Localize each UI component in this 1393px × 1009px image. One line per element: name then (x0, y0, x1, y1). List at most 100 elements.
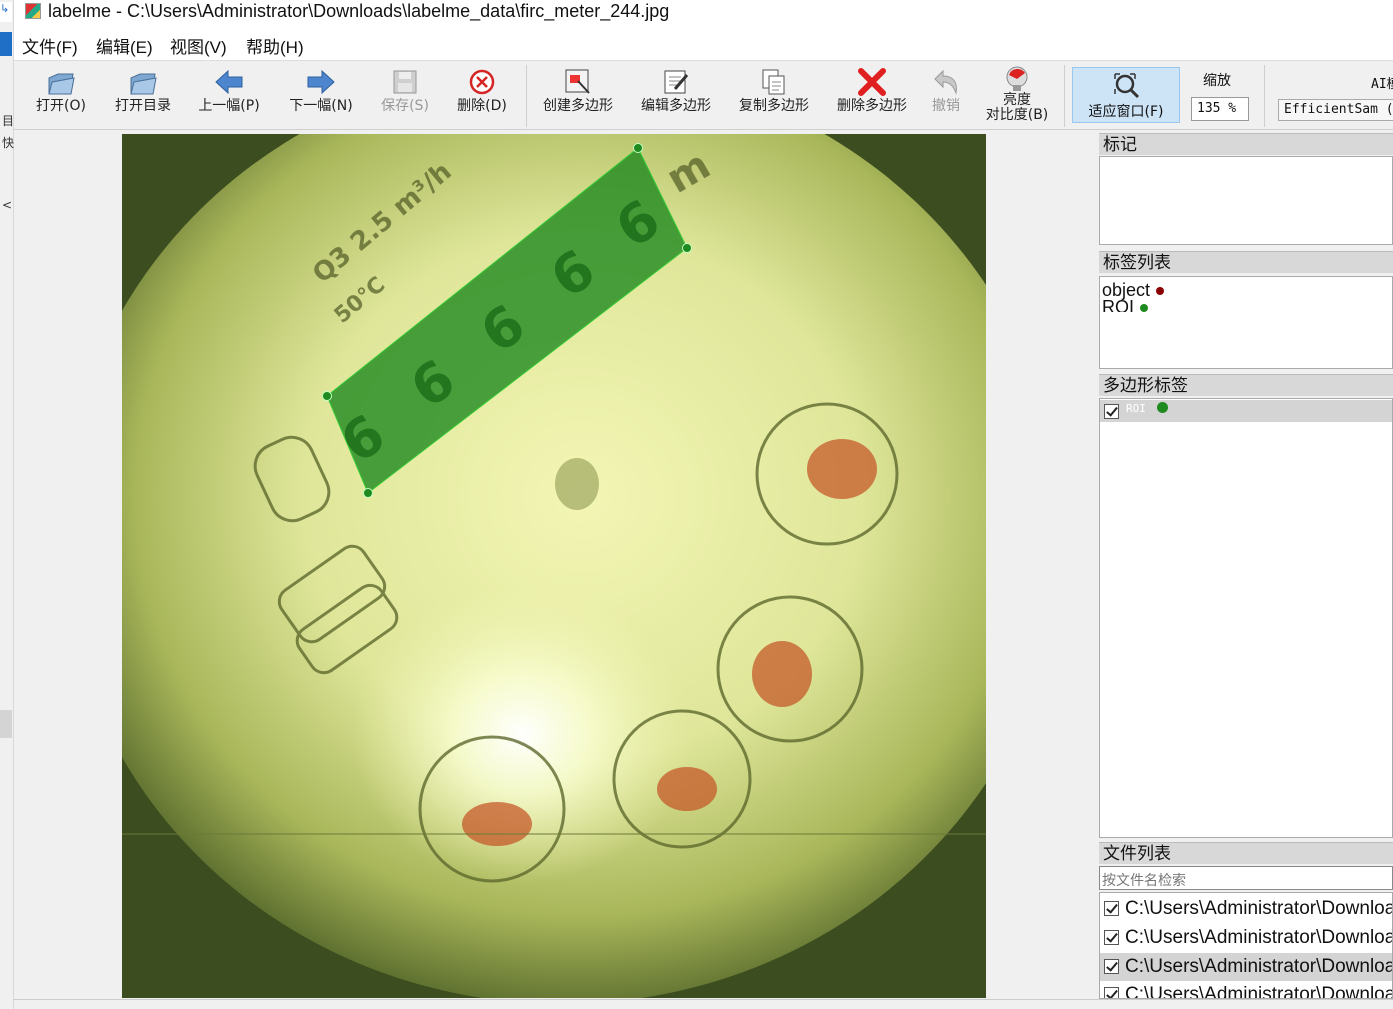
polygon-labels-dock: 多边形标签 ROI (1099, 374, 1393, 838)
copy-polygon-label: 复制多边形 (739, 98, 809, 114)
delete-file-label: 删除(D) (457, 98, 507, 114)
polygon-labels-title: 多边形标签 (1099, 374, 1393, 396)
copy-polygon-button[interactable]: 复制多边形 (734, 65, 814, 125)
taskbar-tab[interactable]: ↳ (0, 2, 12, 22)
menu-bar: 文件(F) 编辑(E) 视图(V) 帮助(H) (14, 28, 1393, 60)
brightness-contrast-button[interactable]: 亮度 对比度(B) (980, 65, 1054, 125)
toolbar-separator (1264, 65, 1265, 127)
strip-selection (0, 710, 12, 738)
menu-help[interactable]: 帮助(H) (246, 33, 304, 58)
strip-char: < (2, 198, 13, 212)
edit-polygon-button[interactable]: 编辑多边形 (636, 65, 716, 125)
label-color-dot (1156, 287, 1165, 296)
delete-circle-icon (469, 69, 495, 95)
delete-file-button[interactable]: 删除(D) (452, 65, 512, 125)
file-checkbox[interactable] (1104, 901, 1119, 917)
file-item[interactable]: C:\Users\Administrator\Downloads\labelme… (1104, 981, 1393, 999)
undo-icon (934, 69, 957, 95)
open-dir-label: 打开目录 (115, 98, 171, 114)
label-list-title: 标签列表 (1099, 251, 1393, 273)
edit-polygon-icon (664, 70, 689, 94)
next-image-button[interactable]: 下一幅(N) (284, 65, 358, 125)
file-path: C:\Users\Administrator\Downloads\labelme… (1125, 927, 1393, 948)
taskbar-tab-active[interactable] (0, 32, 12, 56)
edit-polygon-label: 编辑多边形 (641, 98, 711, 114)
file-list[interactable]: C:\Users\Administrator\Downloads\labelme… (1099, 892, 1393, 999)
toolbar-separator (526, 65, 527, 127)
prev-label: 上一幅(P) (198, 98, 260, 114)
canvas-area[interactable]: Q3 2.5 m³/h 50°C m 6 6 6 6 6 (14, 131, 1095, 999)
flags-list[interactable] (1099, 156, 1393, 245)
ai-model-label: AI模 (1371, 77, 1393, 92)
file-search-placeholder: 按文件名检索 (1102, 873, 1186, 889)
prev-image-button[interactable]: 上一幅(P) (192, 65, 266, 125)
fit-window-label: 适应窗口(F) (1088, 104, 1164, 120)
title-bar: labelme - C:\Users\Administrator\Downloa… (14, 0, 1393, 28)
toolbar-separator (1064, 65, 1065, 127)
flags-dock: 标记 (1099, 131, 1393, 247)
open-dir-button[interactable]: 打开目录 (108, 65, 178, 125)
arrow-left-icon (215, 69, 243, 95)
meter-photo-drawing: Q3 2.5 m³/h 50°C m 6 6 6 6 6 (122, 134, 986, 998)
open-dir-icon (130, 73, 157, 95)
polygon-checkbox[interactable] (1104, 404, 1119, 419)
brightness-label-2: 对比度(B) (985, 107, 1049, 123)
polygon-label-name: ROI (1126, 402, 1146, 415)
menu-view[interactable]: 视图(V) (170, 33, 227, 58)
file-checkbox[interactable] (1104, 959, 1119, 975)
delete-x-icon (858, 68, 886, 96)
save-label: 保存(S) (381, 98, 429, 114)
delete-polygon-button[interactable]: 删除多边形 (832, 65, 912, 125)
file-checkbox[interactable] (1104, 930, 1119, 946)
ai-model-select[interactable]: EfficientSam ( (1278, 99, 1393, 121)
file-item-selected[interactable]: C:\Users\Administrator\Downloads\labelme… (1100, 953, 1393, 981)
window-title: labelme - C:\Users\Administrator\Downloa… (48, 1, 670, 21)
label-list[interactable]: object ROI (1099, 276, 1393, 369)
copy-polygon-icon (762, 69, 785, 95)
label-color-dot (1140, 304, 1149, 312)
open-folder-icon (48, 73, 75, 95)
labelme-app-icon (25, 3, 41, 19)
file-list-title: 文件列表 (1099, 842, 1393, 864)
brightness-icon (1006, 66, 1028, 91)
open-button[interactable]: 打开(O) (30, 65, 92, 125)
fit-window-button[interactable]: 适应窗口(F) (1072, 67, 1180, 123)
status-bar (14, 999, 1393, 1009)
left-window-strip: ↳ 目 快 < (0, 0, 14, 1009)
undo-label: 撤销 (932, 98, 960, 114)
label-name: object (1102, 280, 1151, 300)
create-polygon-label: 创建多边形 (543, 98, 613, 114)
toolbar: 打开(O) 打开目录 上一幅(P) 下一幅(N) 保存(S) 删除(D) 创建多… (14, 60, 1393, 130)
meter-image: Q3 2.5 m³/h 50°C m 6 6 6 6 6 (122, 134, 986, 998)
save-button[interactable]: 保存(S) (376, 65, 434, 125)
label-item-roi[interactable]: ROI (1102, 298, 1149, 312)
zoom-spinbox[interactable]: 135 % (1191, 97, 1249, 121)
file-path: C:\Users\Administrator\Downloads\labelme… (1125, 956, 1393, 977)
undo-button[interactable]: 撤销 (926, 65, 966, 125)
file-list-dock: 文件列表 按文件名检索 C:\Users\Administrator\Downl… (1099, 842, 1393, 999)
fit-window-icon (1114, 73, 1140, 99)
next-label: 下一幅(N) (289, 98, 353, 114)
strip-char: 目 (2, 114, 15, 128)
file-item[interactable]: C:\Users\Administrator\Downloads\labelme… (1104, 895, 1393, 923)
polygon-label-item[interactable]: ROI (1100, 400, 1392, 422)
polygon-color-dot (1157, 402, 1168, 413)
file-path: C:\Users\Administrator\Downloads\labelme… (1125, 984, 1393, 999)
file-item[interactable]: C:\Users\Administrator\Downloads\labelme… (1104, 924, 1393, 952)
open-label: 打开(O) (36, 98, 86, 114)
polygon-labels-list[interactable]: ROI (1099, 398, 1393, 838)
arrow-right-icon (307, 69, 335, 95)
file-path: C:\Users\Administrator\Downloads\labelme… (1125, 898, 1393, 919)
menu-file[interactable]: 文件(F) (22, 33, 78, 58)
label-item-object[interactable]: object (1102, 280, 1165, 300)
create-polygon-button[interactable]: 创建多边形 (538, 65, 618, 125)
create-polygon-icon (565, 69, 590, 94)
file-checkbox[interactable] (1104, 987, 1119, 998)
menu-edit[interactable]: 编辑(E) (96, 33, 153, 58)
flags-title: 标记 (1099, 133, 1393, 155)
delete-polygon-label: 删除多边形 (837, 98, 907, 114)
file-search-input[interactable]: 按文件名检索 (1099, 866, 1393, 890)
label-list-dock: 标签列表 object ROI (1099, 251, 1393, 371)
save-icon (393, 70, 417, 94)
strip-char: 快 (2, 136, 15, 150)
